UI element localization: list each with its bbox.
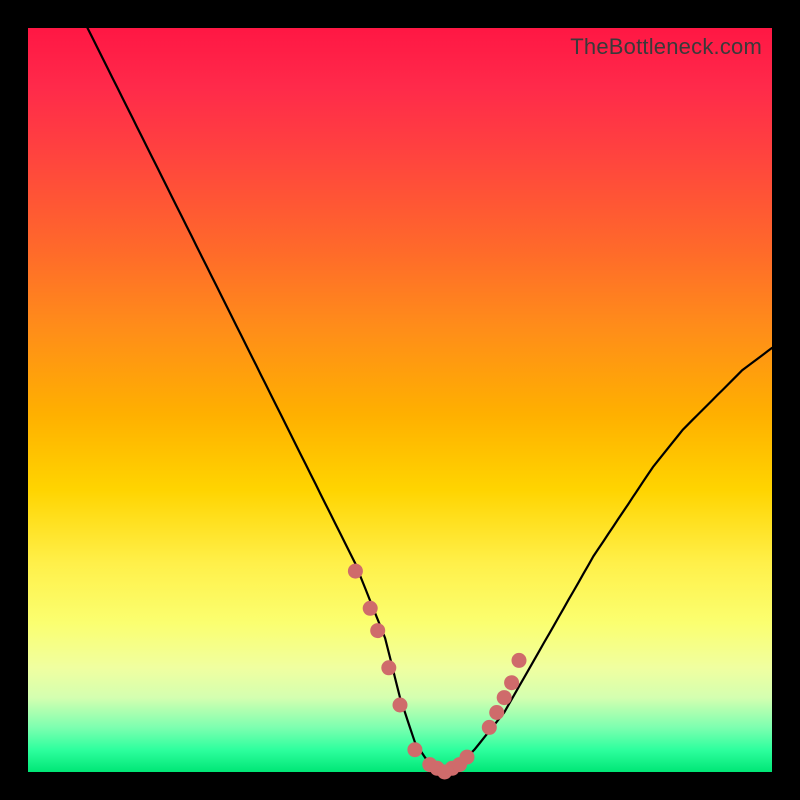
marker-point bbox=[381, 660, 396, 675]
marker-point bbox=[512, 653, 527, 668]
marker-point bbox=[489, 705, 504, 720]
plot-area: TheBottleneck.com bbox=[28, 28, 772, 772]
chart-frame: TheBottleneck.com bbox=[0, 0, 800, 800]
marker-point bbox=[370, 623, 385, 638]
marker-point bbox=[407, 742, 422, 757]
marker-point bbox=[363, 601, 378, 616]
marker-point bbox=[482, 720, 497, 735]
curve-path bbox=[88, 28, 773, 772]
marker-point bbox=[504, 675, 519, 690]
marker-point bbox=[460, 750, 475, 765]
marker-point bbox=[348, 564, 363, 579]
curve-layer bbox=[28, 28, 772, 772]
marker-point bbox=[497, 690, 512, 705]
marker-point bbox=[393, 698, 408, 713]
bottleneck-curve bbox=[88, 28, 773, 772]
highlight-markers bbox=[348, 564, 527, 780]
